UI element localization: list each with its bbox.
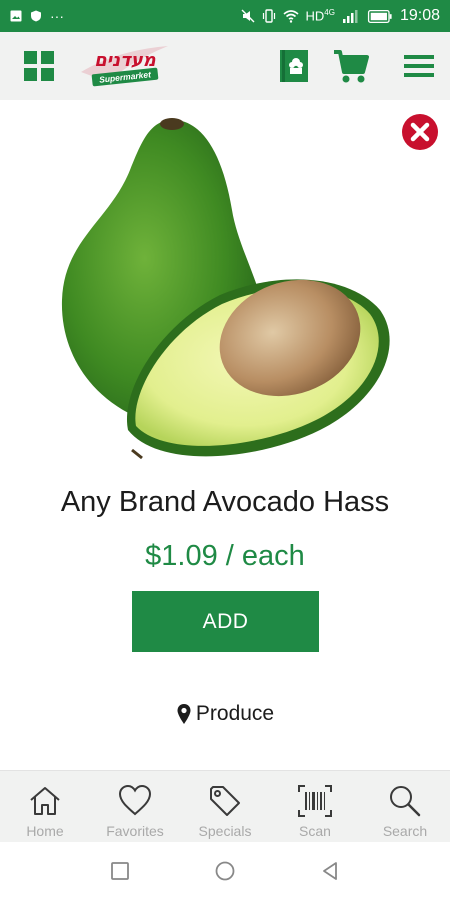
department-label: Produce [195, 702, 275, 725]
logo-hebrew-text: מעדנים [94, 50, 157, 71]
status-right: HD4G 19:08 [241, 7, 440, 25]
store-logo[interactable]: מעדנים Supermarket [78, 42, 172, 90]
nav-label-specials: Specials [198, 823, 252, 839]
product-price: $1.09 / each [145, 540, 305, 572]
product-image [61, 118, 390, 460]
status-left: ··· [10, 8, 64, 24]
nav-specials[interactable]: Specials [180, 771, 270, 842]
wifi-icon [282, 10, 299, 23]
status-time: 19:08 [399, 7, 440, 24]
back-icon[interactable] [319, 860, 341, 882]
bottom-nav: Home Favorites Specials Scan Search [0, 770, 450, 842]
signal-icon [342, 10, 358, 23]
status-bar: ··· HD4G 19:08 [0, 0, 450, 32]
product-name: Any Brand Avocado Hass [60, 486, 390, 518]
grid-cell [24, 51, 37, 64]
home-icon [30, 787, 60, 815]
battery-icon [367, 9, 392, 23]
shield-notification-icon [31, 10, 41, 22]
home-circle-icon[interactable] [214, 860, 236, 882]
network-type: HD4G [305, 8, 335, 24]
nav-search[interactable]: Search [360, 771, 450, 842]
tag-icon [210, 786, 240, 816]
nav-scan[interactable]: Scan [270, 771, 360, 842]
image-notification-icon [10, 10, 22, 22]
location-pin-icon [177, 704, 191, 724]
department-link[interactable]: Produce [0, 702, 450, 726]
mute-icon [241, 9, 254, 23]
vibrate-icon [262, 9, 275, 23]
nav-label-home: Home [26, 823, 64, 839]
grid-cell [41, 68, 54, 81]
recents-icon[interactable] [109, 860, 131, 882]
grid-cell [41, 51, 54, 64]
barcode-icon [298, 785, 332, 817]
nav-favorites[interactable]: Favorites [90, 771, 180, 842]
cart-icon[interactable] [332, 46, 370, 86]
nav-label-scan: Scan [299, 823, 331, 839]
add-to-cart-button[interactable]: ADD [132, 591, 319, 652]
system-nav-bar [0, 842, 450, 900]
heart-icon [118, 784, 152, 816]
app-header: מעדנים Supermarket [0, 32, 450, 100]
close-icon[interactable] [400, 112, 440, 152]
grid-cell [24, 68, 37, 81]
nav-home[interactable]: Home [0, 771, 90, 842]
recipe-book-icon[interactable] [276, 46, 314, 86]
nav-label-favorites: Favorites [106, 823, 164, 839]
overflow-dots: ··· [50, 8, 64, 24]
search-icon [390, 786, 421, 817]
categories-grid-button[interactable] [24, 51, 54, 81]
nav-label-search: Search [382, 823, 428, 839]
menu-icon[interactable] [402, 46, 436, 86]
